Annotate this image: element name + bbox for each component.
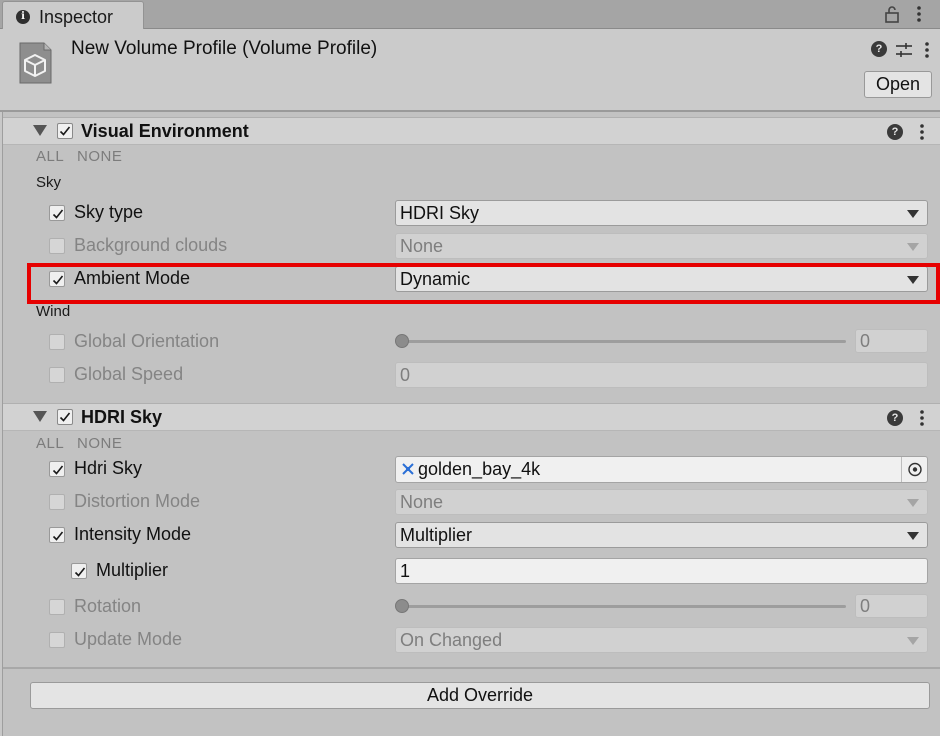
foldout-arrow-icon[interactable] (33, 411, 47, 422)
override-checkbox-intensity-mode[interactable] (49, 527, 65, 543)
foldout-arrow-icon[interactable] (33, 125, 47, 136)
override-checkbox-sky-type[interactable] (49, 205, 65, 221)
multiplier-field[interactable]: 1 (395, 558, 928, 584)
dropdown-value: None (400, 492, 444, 512)
all-toggle[interactable]: ALL (36, 148, 64, 165)
open-button[interactable]: Open (864, 71, 932, 98)
group-heading-wind: Wind (36, 303, 71, 320)
update-mode-dropdown[interactable]: On Changed (395, 627, 928, 653)
override-checkbox-background-clouds[interactable] (49, 238, 65, 254)
property-label-global-orientation: Global Orientation (74, 331, 220, 351)
add-override-button[interactable]: Add Override (30, 682, 930, 709)
preset-sliders-icon[interactable] (895, 42, 913, 58)
override-checkbox-global-orientation[interactable] (49, 334, 65, 350)
global-orientation-slider-track[interactable] (402, 340, 846, 343)
checkmark-icon (52, 209, 64, 219)
distortion-mode-dropdown[interactable]: None (395, 489, 928, 515)
property-label-distortion-mode: Distortion Mode (74, 491, 201, 511)
help-icon[interactable]: ? (871, 41, 887, 57)
dropdown-value: None (400, 236, 444, 256)
global-orientation-slider-handle[interactable] (395, 334, 409, 348)
override-checkbox-rotation[interactable] (49, 599, 65, 615)
inspector-tab[interactable]: i Inspector (2, 1, 144, 30)
volume-profile-cube-icon (19, 42, 52, 84)
inspector-tab-label: Inspector (39, 7, 114, 27)
section-kebab-icon[interactable] (916, 122, 928, 142)
section-enabled-checkbox[interactable] (57, 409, 73, 425)
hdri-sky-object-field[interactable]: golden_bay_4k (395, 456, 928, 483)
dropdown-arrow-icon (907, 532, 919, 540)
field-value: 0 (860, 596, 871, 616)
property-label-intensity-mode: Intensity Mode (74, 524, 192, 544)
highlight-box (27, 263, 940, 304)
section-header-visual-environment[interactable]: Visual Environment ? (3, 117, 940, 145)
section-title: Visual Environment (81, 121, 249, 141)
cubemap-icon (402, 463, 414, 475)
object-field-value: golden_bay_4k (418, 459, 541, 479)
property-label-sky-type: Sky type (74, 202, 144, 222)
object-picker-button[interactable] (901, 457, 927, 482)
background-clouds-dropdown[interactable]: None (395, 233, 928, 259)
group-heading-sky: Sky (36, 174, 62, 191)
help-icon[interactable]: ? (887, 124, 903, 140)
dropdown-arrow-icon (907, 243, 919, 251)
dropdown-arrow-icon (907, 637, 919, 645)
dropdown-arrow-icon (907, 499, 919, 507)
tab-kebab-icon[interactable] (912, 4, 926, 24)
global-orientation-value-field[interactable]: 0 (855, 329, 928, 353)
dropdown-arrow-icon (907, 210, 919, 218)
checkmark-icon (74, 567, 86, 577)
property-label-multiplier: Multiplier (96, 560, 169, 580)
rotation-slider-track[interactable] (402, 605, 846, 608)
section-kebab-icon[interactable] (916, 408, 928, 428)
sky-type-dropdown[interactable]: HDRI Sky (395, 200, 928, 226)
override-checkbox-global-speed[interactable] (49, 367, 65, 383)
none-toggle[interactable]: NONE (77, 148, 122, 165)
override-checkbox-distortion-mode[interactable] (49, 494, 65, 510)
property-label-hdri-sky: Hdri Sky (74, 458, 143, 478)
checkmark-icon (59, 126, 71, 136)
property-label-global-speed: Global Speed (74, 364, 184, 384)
property-label-background-clouds: Background clouds (74, 235, 228, 255)
rotation-value-field[interactable]: 0 (855, 594, 928, 618)
none-toggle[interactable]: NONE (77, 435, 122, 452)
footer-divider (3, 667, 940, 669)
dropdown-value: HDRI Sky (400, 203, 480, 223)
checkmark-icon (52, 465, 64, 475)
override-checkbox-multiplier[interactable] (71, 563, 87, 579)
info-icon: i (16, 10, 30, 24)
lock-icon[interactable] (884, 5, 900, 23)
all-toggle[interactable]: ALL (36, 435, 64, 452)
property-label-update-mode: Update Mode (74, 629, 183, 649)
dropdown-value: On Changed (400, 630, 503, 650)
global-speed-field[interactable]: 0 (395, 362, 928, 388)
checkmark-icon (59, 412, 71, 422)
section-enabled-checkbox[interactable] (57, 123, 73, 139)
section-title: HDRI Sky (81, 407, 163, 427)
field-value: 0 (860, 331, 871, 351)
profile-title: New Volume Profile (Volume Profile) (71, 38, 378, 59)
section-header-hdri-sky[interactable]: HDRI Sky ? (3, 403, 940, 431)
dropdown-value: Multiplier (400, 525, 473, 545)
object-picker-icon (908, 462, 922, 477)
property-label-rotation: Rotation (74, 596, 142, 616)
field-value: 0 (400, 365, 411, 385)
field-value: 1 (400, 561, 411, 581)
header-kebab-icon[interactable] (921, 40, 933, 60)
help-icon[interactable]: ? (887, 410, 903, 426)
override-checkbox-hdri-sky[interactable] (49, 461, 65, 477)
checkmark-icon (52, 531, 64, 541)
override-checkbox-update-mode[interactable] (49, 632, 65, 648)
intensity-mode-dropdown[interactable]: Multiplier (395, 522, 928, 548)
rotation-slider-handle[interactable] (395, 599, 409, 613)
